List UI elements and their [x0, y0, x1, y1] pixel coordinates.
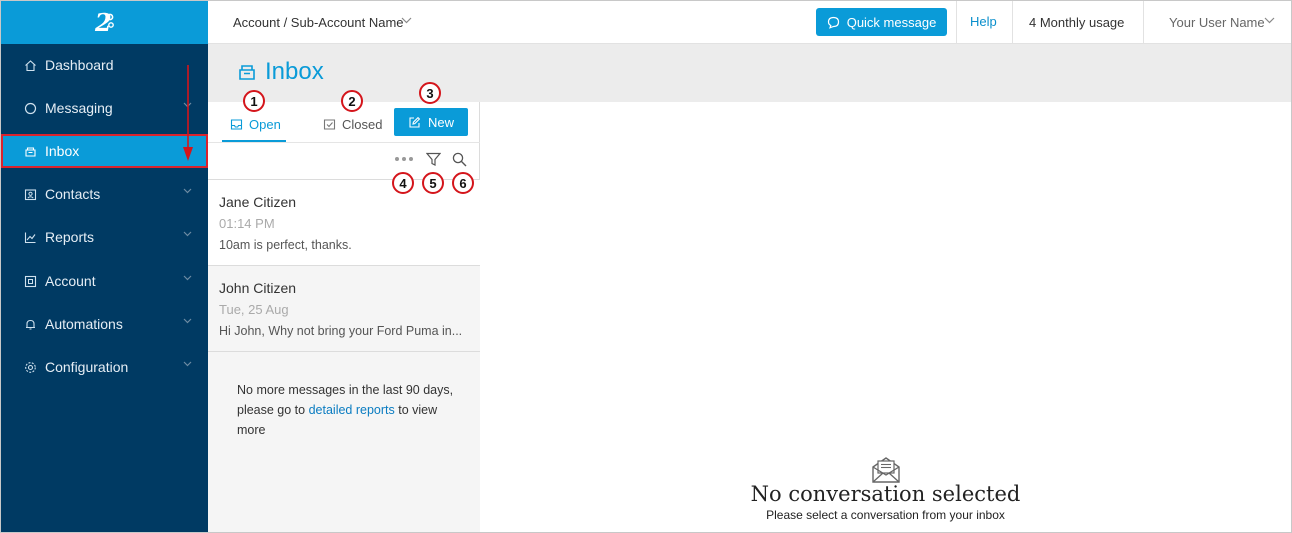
message-snippet: Hi John, Why not bring your Ford Puma in…	[219, 324, 463, 338]
list-item[interactable]: John Citizen Tue, 25 Aug Hi John, Why no…	[208, 266, 480, 352]
sidebar-item-dashboard[interactable]: Dashboard	[1, 48, 208, 82]
annotation-badge: 6	[452, 172, 474, 194]
empty-state-subtitle: Please select a conversation from your i…	[766, 508, 1005, 522]
bell-icon	[23, 317, 37, 331]
more-options-icon[interactable]	[394, 152, 414, 166]
quick-message-label: Quick message	[846, 14, 937, 30]
sidebar-item-label: Automations	[45, 316, 123, 332]
message-snippet: 10am is perfect, thanks.	[219, 238, 352, 252]
list-background	[208, 352, 480, 532]
sidebar-item-account[interactable]: Account	[1, 264, 208, 298]
message-time: Tue, 25 Aug	[219, 302, 289, 317]
annotation-arrow	[183, 65, 193, 161]
sidebar: 2 Dashboard Messaging Inbox Contacts Rep…	[1, 1, 208, 532]
checked-tray-icon	[323, 119, 336, 130]
gear-icon	[23, 360, 37, 374]
filter-icon[interactable]	[426, 152, 441, 167]
user-menu[interactable]: Your User Name	[1169, 15, 1265, 30]
logo-bar[interactable]: 2	[1, 1, 208, 44]
chevron-down-icon[interactable]	[401, 17, 412, 24]
account-icon	[23, 274, 37, 288]
envelope-icon	[872, 457, 900, 483]
edit-icon	[409, 116, 421, 128]
sidebar-item-label: Reports	[45, 229, 95, 245]
annotation-badge: 2	[341, 90, 363, 112]
divider	[1143, 1, 1144, 44]
circle-icon	[23, 101, 37, 115]
divider	[956, 1, 957, 44]
page-title: Inbox	[265, 58, 324, 85]
new-message-button[interactable]: New	[394, 108, 468, 136]
help-link[interactable]: Help	[970, 14, 997, 29]
chevron-down-icon	[183, 275, 192, 281]
message-list-panel: Open Closed New Jane Citizen 01:14 PM 10…	[208, 102, 480, 532]
chevron-down-icon	[183, 231, 192, 237]
chevron-down-icon	[183, 318, 192, 324]
sidebar-item-label: Messaging	[45, 100, 113, 116]
annotation-badge: 5	[422, 172, 444, 194]
chevron-down-icon	[183, 361, 192, 367]
sidebar-item-messaging[interactable]: Messaging	[1, 91, 208, 125]
contacts-icon	[23, 187, 37, 201]
sidebar-item-inbox[interactable]: Inbox	[1, 134, 208, 168]
annotation-badge: 3	[419, 82, 441, 104]
inbox-icon	[23, 144, 37, 158]
list-item[interactable]: Jane Citizen 01:14 PM 10am is perfect, t…	[208, 180, 480, 266]
page-header: Inbox	[208, 44, 1291, 102]
sidebar-item-reports[interactable]: Reports	[1, 220, 208, 254]
chevron-down-icon[interactable]	[1264, 17, 1275, 24]
monthly-usage[interactable]: 4 Monthly usage	[1029, 15, 1124, 30]
logo-icon: 2	[94, 9, 114, 37]
sidebar-item-contacts[interactable]: Contacts	[1, 177, 208, 211]
chat-bubble-icon	[827, 16, 839, 29]
sidebar-item-label: Contacts	[45, 186, 101, 202]
divider	[208, 142, 480, 143]
detailed-reports-link[interactable]: detailed reports	[309, 403, 395, 417]
tab-open-label: Open	[249, 117, 281, 132]
annotation-badge: 4	[392, 172, 414, 194]
quick-message-button[interactable]: Quick message	[816, 8, 947, 36]
sidebar-item-label: Configuration	[45, 359, 129, 375]
tab-closed[interactable]: Closed	[323, 117, 382, 132]
inbox-icon	[239, 65, 255, 80]
home-icon	[23, 58, 37, 72]
account-selector[interactable]: Account / Sub-Account Name	[233, 15, 404, 30]
annotation-badge: 1	[243, 90, 265, 112]
sidebar-item-label: Account	[45, 273, 96, 289]
end-of-list-note: No more messages in the last 90 days, pl…	[237, 380, 462, 440]
divider	[1012, 1, 1013, 44]
sidebar-item-label: Dashboard	[45, 57, 114, 73]
chart-icon	[23, 230, 37, 244]
contact-name: John Citizen	[219, 280, 297, 296]
conversation-panel: No conversation selected Please select a…	[480, 102, 1291, 532]
chevron-down-icon	[183, 188, 192, 194]
search-icon[interactable]	[452, 152, 467, 167]
empty-state-title: No conversation selected	[750, 482, 1021, 506]
top-bar: Account / Sub-Account Name Quick message…	[208, 1, 1291, 44]
sidebar-item-configuration[interactable]: Configuration	[1, 350, 208, 384]
tab-closed-label: Closed	[342, 117, 383, 132]
new-button-label: New	[427, 114, 454, 130]
inbox-tray-icon	[230, 119, 243, 130]
message-time: 01:14 PM	[219, 216, 275, 231]
tab-open[interactable]: Open	[230, 117, 281, 132]
sidebar-item-label: Inbox	[45, 143, 80, 159]
contact-name: Jane Citizen	[219, 194, 297, 210]
sidebar-item-automations[interactable]: Automations	[1, 307, 208, 341]
